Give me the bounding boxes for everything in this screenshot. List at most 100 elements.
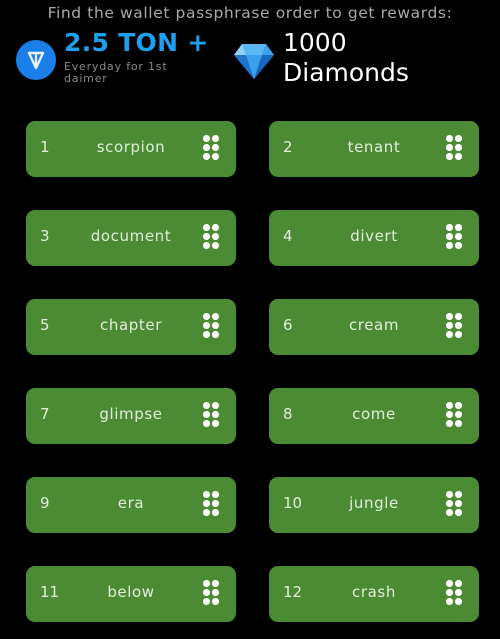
drag-handle-dot [203,411,210,418]
drag-handle-dot [446,491,453,498]
drag-handle-dot [212,402,219,409]
drag-handle-dot [455,331,462,338]
word-index: 7 [40,405,50,423]
drag-handle-dot [455,509,462,516]
drag-handle-dot [455,153,462,160]
drag-handle-dot [203,420,210,427]
drag-handle-dot [212,598,219,605]
drag-handle-icon[interactable] [446,402,462,430]
drag-handle-dot [203,402,210,409]
drag-handle-dot [212,491,219,498]
drag-handle-dot [446,500,453,507]
drag-handle-icon[interactable] [446,491,462,519]
passphrase-word-card[interactable]: 2 tenant [269,121,479,177]
passphrase-word-card[interactable]: 1 scorpion [26,121,236,177]
passphrase-word-card[interactable]: 12 crash [269,566,479,622]
drag-handle-dot [212,411,219,418]
word-index: 8 [283,405,293,423]
word-text: era [117,494,145,512]
drag-handle-dot [212,242,219,249]
drag-handle-icon[interactable] [446,580,462,608]
drag-handle-dot [203,144,210,151]
drag-handle-dot [446,580,453,587]
drag-handle-icon[interactable] [203,224,219,252]
ton-reward-subtitle: Everyday for 1st daimer [64,60,168,85]
drag-handle-dot [212,509,219,516]
passphrase-word-card[interactable]: 11 below [26,566,236,622]
word-text: document [90,227,172,245]
drag-handle-dot [212,224,219,231]
drag-handle-dot [203,233,210,240]
drag-handle-dot [446,322,453,329]
drag-handle-icon[interactable] [446,135,462,163]
passphrase-word-card[interactable]: 10 jungle [269,477,479,533]
drag-handle-dot [212,500,219,507]
drag-handle-dot [212,153,219,160]
drag-handle-dot [446,153,453,160]
drag-handle-dot [455,598,462,605]
passphrase-word-card[interactable]: 3 document [26,210,236,266]
diamond-reward-label: Diamonds [283,58,409,87]
drag-handle-dot [203,580,210,587]
word-index: 2 [283,138,293,156]
word-text: below [107,583,155,601]
drag-handle-icon[interactable] [203,491,219,519]
drag-handle-dot [446,144,453,151]
ton-logo-icon [16,40,56,80]
drag-handle-dot [455,491,462,498]
drag-handle-dot [455,135,462,142]
drag-handle-dot [203,322,210,329]
passphrase-word-card[interactable]: 4 divert [269,210,479,266]
drag-handle-dot [212,135,219,142]
drag-handle-dot [203,135,210,142]
drag-handle-dot [446,589,453,596]
drag-handle-icon[interactable] [446,224,462,252]
diamond-icon [233,42,275,84]
drag-handle-dot [203,509,210,516]
word-text: glimpse [99,405,163,423]
drag-handle-icon[interactable] [446,313,462,341]
word-text: divert [350,227,398,245]
word-index: 6 [283,316,293,334]
drag-handle-icon[interactable] [203,580,219,608]
drag-handle-dot [203,153,210,160]
drag-handle-dot [446,135,453,142]
passphrase-word-card[interactable]: 7 glimpse [26,388,236,444]
drag-handle-dot [446,242,453,249]
drag-handle-icon[interactable] [203,135,219,163]
drag-handle-dot [455,402,462,409]
drag-handle-dot [203,224,210,231]
drag-handle-icon[interactable] [203,313,219,341]
drag-handle-dot [455,411,462,418]
drag-handle-dot [212,144,219,151]
drag-handle-dot [203,331,210,338]
ton-reward-amount: 2.5 TON + [64,28,209,57]
drag-handle-dot [455,580,462,587]
drag-handle-dot [446,331,453,338]
drag-handle-dot [455,224,462,231]
passphrase-word-card[interactable]: 6 cream [269,299,479,355]
drag-handle-dot [212,420,219,427]
word-text: crash [352,583,396,601]
diamond-reward-count: 1000 [283,28,347,57]
word-text: chapter [100,316,162,334]
drag-handle-icon[interactable] [203,402,219,430]
word-text: scorpion [96,138,166,156]
drag-handle-dot [446,598,453,605]
drag-handle-dot [446,402,453,409]
passphrase-word-card[interactable]: 8 come [269,388,479,444]
word-text: come [352,405,396,423]
word-text: jungle [349,494,399,512]
drag-handle-dot [203,500,210,507]
drag-handle-dot [203,313,210,320]
drag-handle-dot [455,589,462,596]
drag-handle-dot [455,144,462,151]
passphrase-word-card[interactable]: 5 chapter [26,299,236,355]
drag-handle-dot [446,420,453,427]
drag-handle-dot [446,509,453,516]
word-index: 1 [40,138,50,156]
drag-handle-dot [203,242,210,249]
drag-handle-dot [455,500,462,507]
passphrase-word-card[interactable]: 9 era [26,477,236,533]
word-text: tenant [347,138,401,156]
